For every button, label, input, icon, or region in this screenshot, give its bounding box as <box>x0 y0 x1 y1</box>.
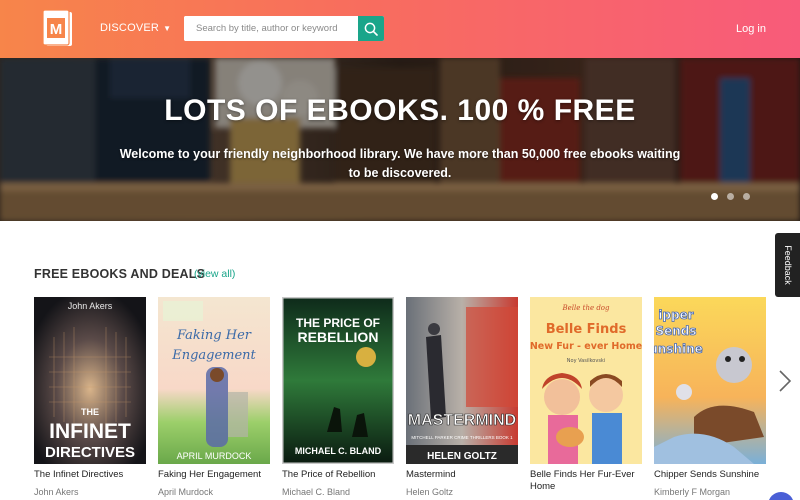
book-cover[interactable]: Faking Her Engagement APRIL MURDOCK <box>158 297 270 464</box>
book-cover[interactable]: John Akers THE INFINET DIRECTIVES <box>34 297 146 464</box>
book-card[interactable]: Faking Her Engagement APRIL MURDOCK Faki… <box>158 297 270 497</box>
hero-subtitle: Welcome to your friendly neighborhood li… <box>119 147 681 180</box>
book-cover[interactable]: MASTERMIND MITCHELL PARKER CRIME THRILLE… <box>406 297 518 464</box>
carousel-dot-1[interactable] <box>711 193 718 200</box>
search-input[interactable] <box>184 16 358 41</box>
book-cover[interactable]: THE PRICE OF REBELLION MICHAEL C. BLAND <box>282 297 394 464</box>
cover-author-text: MICHAEL C. BLAND <box>295 446 382 456</box>
book-card[interactable]: THE PRICE OF REBELLION MICHAEL C. BLAND … <box>282 297 394 497</box>
discover-label: DISCOVER <box>100 22 160 34</box>
cover-title-text: Sends <box>655 324 696 338</box>
book-title[interactable]: Faking Her Engagement <box>158 469 276 481</box>
book-title[interactable]: Belle Finds Her Fur-Ever Home <box>530 469 648 493</box>
book-title[interactable]: Mastermind <box>406 469 524 481</box>
top-header: M DISCOVER ▼ Log in <box>0 0 800 58</box>
search-icon <box>364 22 378 36</box>
cover-title-text: unshine <box>654 342 703 356</box>
cover-title-text: New Fur - ever Home <box>530 341 642 352</box>
discover-menu[interactable]: DISCOVER ▼ <box>100 22 171 34</box>
cover-title-text: DIRECTIVES <box>45 444 135 461</box>
view-all-link[interactable]: (view all) <box>194 268 235 280</box>
book-author[interactable]: Michael C. Bland <box>282 487 350 497</box>
cover-title-text: INFINET <box>49 420 131 443</box>
section-title: FREE EBOOKS AND DEALS <box>34 267 206 281</box>
cover-title-text: Engagement <box>171 348 256 363</box>
chevron-right-icon <box>779 370 792 392</box>
search-bar <box>184 16 384 41</box>
book-author[interactable]: Helen Goltz <box>406 487 453 497</box>
book-logo-icon: M <box>42 9 72 46</box>
book-card[interactable]: ipper Sends unshine Chipper Sends Sunshi… <box>654 297 766 497</box>
book-card[interactable]: Belle the dog Belle Finds New Fur - ever… <box>530 297 642 492</box>
cover-author-text: John Akers <box>68 301 113 311</box>
hero-overlay <box>0 58 800 221</box>
cover-author-text: APRIL MURDOCK <box>177 451 252 461</box>
logo-letter: M <box>50 21 63 38</box>
caret-down-icon: ▼ <box>163 24 172 33</box>
chat-button[interactable] <box>768 492 794 500</box>
carousel-next-button[interactable] <box>776 368 794 394</box>
hero-title: LOTS OF EBOOKS. 100 % FREE <box>164 94 636 127</box>
cover-author-text: Noy Vasilkovski <box>567 358 605 364</box>
cover-title-text: Belle Finds <box>546 322 627 337</box>
book-cover[interactable]: Belle the dog Belle Finds New Fur - ever… <box>530 297 642 464</box>
book-title[interactable]: The Infinet Directives <box>34 469 152 481</box>
book-author[interactable]: April Murdock <box>158 487 213 497</box>
search-button[interactable] <box>358 16 384 41</box>
hero-banner: LOTS OF EBOOKS. 100 % FREE Welcome to yo… <box>0 58 800 221</box>
cover-author-text: HELEN GOLTZ <box>427 451 497 462</box>
book-author[interactable]: John Akers <box>34 487 79 497</box>
carousel-dot-2[interactable] <box>727 193 734 200</box>
book-card[interactable]: MASTERMIND MITCHELL PARKER CRIME THRILLE… <box>406 297 518 497</box>
logo[interactable]: M <box>42 9 74 49</box>
cover-series-text: MITCHELL PARKER CRIME THRILLERS BOOK 1 <box>411 435 513 440</box>
cover-title-text: THE PRICE OF <box>296 316 380 330</box>
login-link[interactable]: Log in <box>736 23 766 35</box>
cover-title-text: Faking Her <box>176 328 252 343</box>
cover-top-text: Belle the dog <box>562 304 611 312</box>
book-author[interactable]: Kimberly F Morgan <box>654 487 730 497</box>
cover-title-text: ipper <box>658 308 693 322</box>
carousel-dots <box>711 193 750 200</box>
book-title[interactable]: The Price of Rebellion <box>282 469 400 481</box>
book-title[interactable]: Chipper Sends Sunshine <box>654 469 772 481</box>
cover-title-text: THE <box>81 407 99 417</box>
cover-title-text: MASTERMIND <box>408 412 516 429</box>
cover-title-text: REBELLION <box>298 329 379 345</box>
feedback-tab[interactable]: Feedback <box>775 233 800 297</box>
feedback-label: Feedback <box>782 245 793 285</box>
book-card[interactable]: John Akers THE INFINET DIRECTIVES The In… <box>34 297 146 497</box>
carousel-dot-3[interactable] <box>743 193 750 200</box>
book-cover[interactable]: ipper Sends unshine <box>654 297 766 464</box>
